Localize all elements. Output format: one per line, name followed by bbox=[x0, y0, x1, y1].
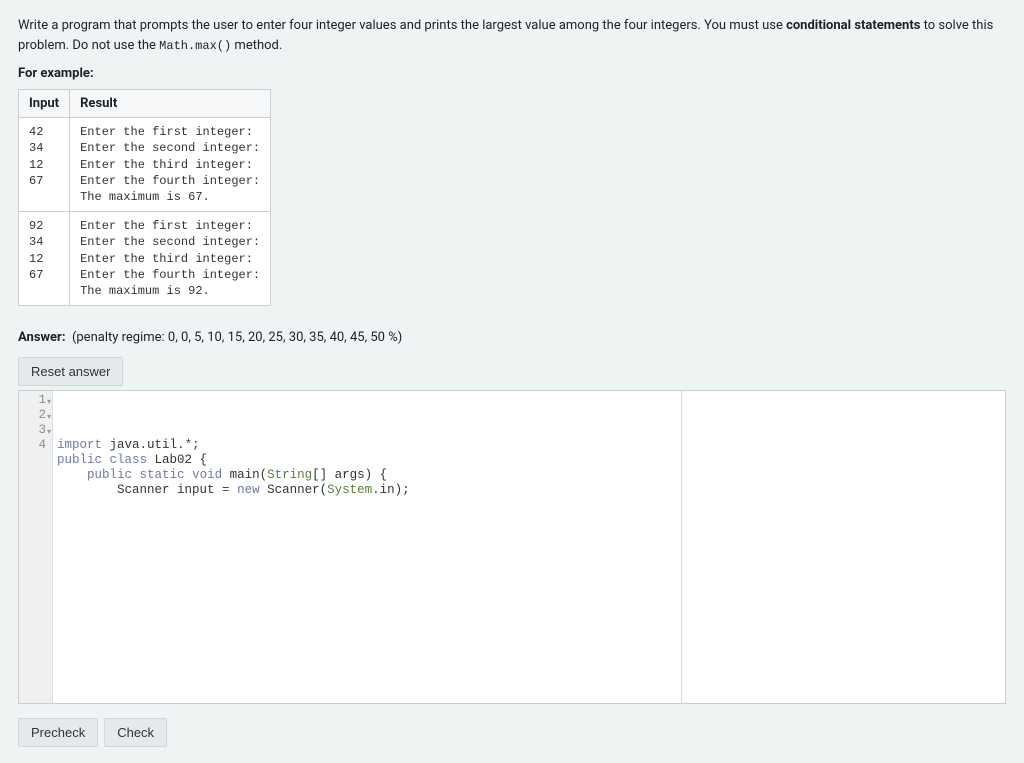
line-number: 4 bbox=[29, 438, 46, 453]
example-label: For example: bbox=[18, 66, 1006, 81]
question-prompt: Write a program that prompts the user to… bbox=[18, 16, 1006, 56]
col-header-input: Input bbox=[19, 90, 70, 118]
code-line[interactable]: import java.util.*; bbox=[57, 438, 1001, 453]
col-header-result: Result bbox=[70, 90, 271, 118]
table-row: 42 34 12 67 Enter the first integer: Ent… bbox=[19, 118, 271, 212]
prompt-text-3: method. bbox=[231, 38, 282, 53]
check-button[interactable]: Check bbox=[104, 718, 167, 747]
editor-gutter: 1▾2▾3▾4 bbox=[19, 391, 53, 703]
reset-answer-button[interactable]: Reset answer bbox=[18, 357, 123, 386]
table-row: 92 34 12 67 Enter the first integer: Ent… bbox=[19, 212, 271, 306]
cell-result: Enter the first integer: Enter the secon… bbox=[70, 212, 271, 306]
fold-marker-icon[interactable]: ▾ bbox=[47, 395, 51, 410]
precheck-button[interactable]: Precheck bbox=[18, 718, 98, 747]
line-number: 1▾ bbox=[29, 393, 46, 408]
answer-line: Answer: (penalty regime: 0, 0, 5, 10, 15… bbox=[18, 330, 1006, 345]
line-number: 3▾ bbox=[29, 423, 46, 438]
answer-label: Answer: bbox=[18, 330, 65, 345]
example-table: Input Result 42 34 12 67 Enter the first… bbox=[18, 89, 271, 306]
cell-result: Enter the first integer: Enter the secon… bbox=[70, 118, 271, 212]
prompt-code: Math.max() bbox=[159, 39, 231, 53]
penalty-text: (penalty regime: 0, 0, 5, 10, 15, 20, 25… bbox=[72, 330, 402, 345]
fold-marker-icon[interactable]: ▾ bbox=[47, 410, 51, 425]
fold-marker-icon[interactable]: ▾ bbox=[47, 425, 51, 440]
prompt-strong: conditional statements bbox=[786, 18, 920, 33]
code-line[interactable]: public static void main(String[] args) { bbox=[57, 468, 1001, 483]
code-line[interactable]: public class Lab02 { bbox=[57, 453, 1001, 468]
cell-input: 42 34 12 67 bbox=[19, 118, 70, 212]
editor-code-area[interactable]: import java.util.*;public class Lab02 { … bbox=[53, 391, 1005, 703]
cell-input: 92 34 12 67 bbox=[19, 212, 70, 306]
prompt-text-1: Write a program that prompts the user to… bbox=[18, 18, 786, 33]
code-editor[interactable]: 1▾2▾3▾4 import java.util.*;public class … bbox=[18, 390, 1006, 704]
editor-split-line bbox=[681, 391, 682, 703]
line-number: 2▾ bbox=[29, 408, 46, 423]
code-line[interactable]: Scanner input = new Scanner(System.in); bbox=[57, 483, 1001, 498]
